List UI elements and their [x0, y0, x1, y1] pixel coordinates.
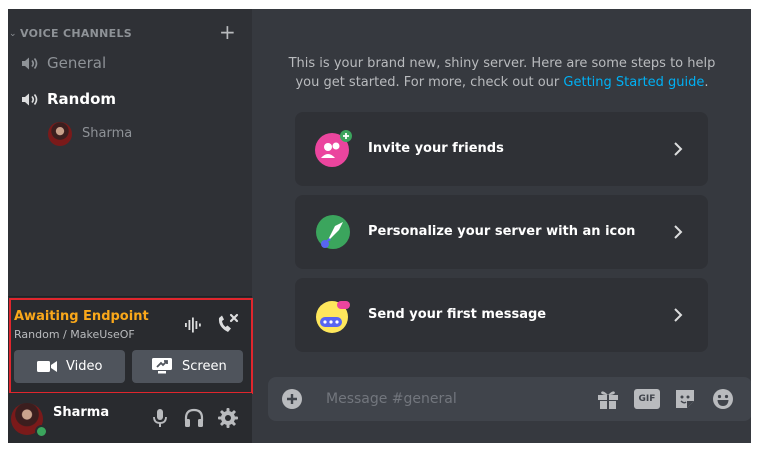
video-button[interactable]: Video — [14, 350, 125, 383]
sticker-icon[interactable] — [673, 388, 697, 410]
microphone-icon[interactable] — [149, 407, 171, 429]
chevron-right-icon — [674, 225, 683, 239]
gif-button[interactable]: GIF — [634, 389, 660, 409]
emoji-icon[interactable] — [711, 388, 735, 410]
gift-icon[interactable] — [596, 388, 620, 410]
channel-sidebar: ⌄ VOICE CHANNELS + General Random Sharma — [8, 9, 253, 443]
connection-location: Random / MakeUseOF — [14, 328, 135, 341]
invite-friends-icon — [315, 130, 352, 167]
disconnect-call-icon[interactable] — [216, 313, 240, 335]
invite-friends-card[interactable]: Invite your friends — [295, 112, 708, 186]
card-label: Send your first message — [368, 307, 547, 322]
intro-end: . — [704, 75, 709, 90]
voice-user-name: Sharma — [82, 126, 133, 141]
add-attachment-icon[interactable] — [282, 389, 302, 409]
headphones-icon[interactable] — [183, 407, 205, 429]
online-status-indicator — [35, 425, 48, 438]
channel-name: Random — [47, 90, 117, 108]
username[interactable]: Sharma — [53, 405, 109, 420]
personalize-server-card[interactable]: Personalize your server with an icon — [295, 195, 708, 269]
message-composer[interactable]: Message #general GIF — [268, 377, 751, 421]
screen-label: Screen — [182, 359, 227, 374]
avatar — [48, 122, 72, 146]
screen-share-icon — [152, 358, 172, 374]
noise-suppression-icon[interactable] — [184, 317, 202, 333]
channel-random[interactable]: Random — [8, 85, 252, 113]
discord-window: ⌄ VOICE CHANNELS + General Random Sharma — [8, 9, 751, 443]
connection-status[interactable]: Awaiting Endpoint — [14, 309, 149, 324]
send-message-card[interactable]: Send your first message — [295, 278, 708, 352]
card-label: Personalize your server with an icon — [368, 224, 636, 239]
settings-gear-icon[interactable] — [217, 407, 239, 429]
getting-started-link[interactable]: Getting Started guide — [563, 75, 704, 90]
welcome-text: This is your brand new, shiny server. He… — [288, 54, 716, 92]
chevron-right-icon — [674, 142, 683, 156]
screen-share-button[interactable]: Screen — [132, 350, 243, 383]
message-bubble-icon — [316, 301, 350, 333]
video-label: Video — [66, 359, 103, 374]
channel-general[interactable]: General — [8, 49, 252, 77]
voice-channels-category[interactable]: ⌄ VOICE CHANNELS + — [8, 21, 252, 43]
speaker-icon — [22, 57, 38, 70]
main-content: This is your brand new, shiny server. He… — [252, 9, 751, 443]
channel-name: General — [47, 54, 107, 72]
message-input[interactable]: Message #general — [326, 377, 457, 421]
add-channel-icon[interactable]: + — [219, 21, 236, 43]
card-label: Invite your friends — [368, 141, 504, 156]
camera-icon — [37, 361, 57, 372]
paintbrush-icon — [316, 215, 350, 249]
chevron-down-icon: ⌄ — [9, 29, 17, 39]
chevron-right-icon — [674, 308, 683, 322]
user-panel: Sharma — [8, 393, 252, 443]
voice-connection-panel: Awaiting Endpoint Random / MakeUseOF Vid… — [8, 296, 252, 394]
gif-label: GIF — [638, 394, 656, 404]
speaker-icon — [22, 93, 38, 106]
category-title: VOICE CHANNELS — [20, 27, 133, 40]
